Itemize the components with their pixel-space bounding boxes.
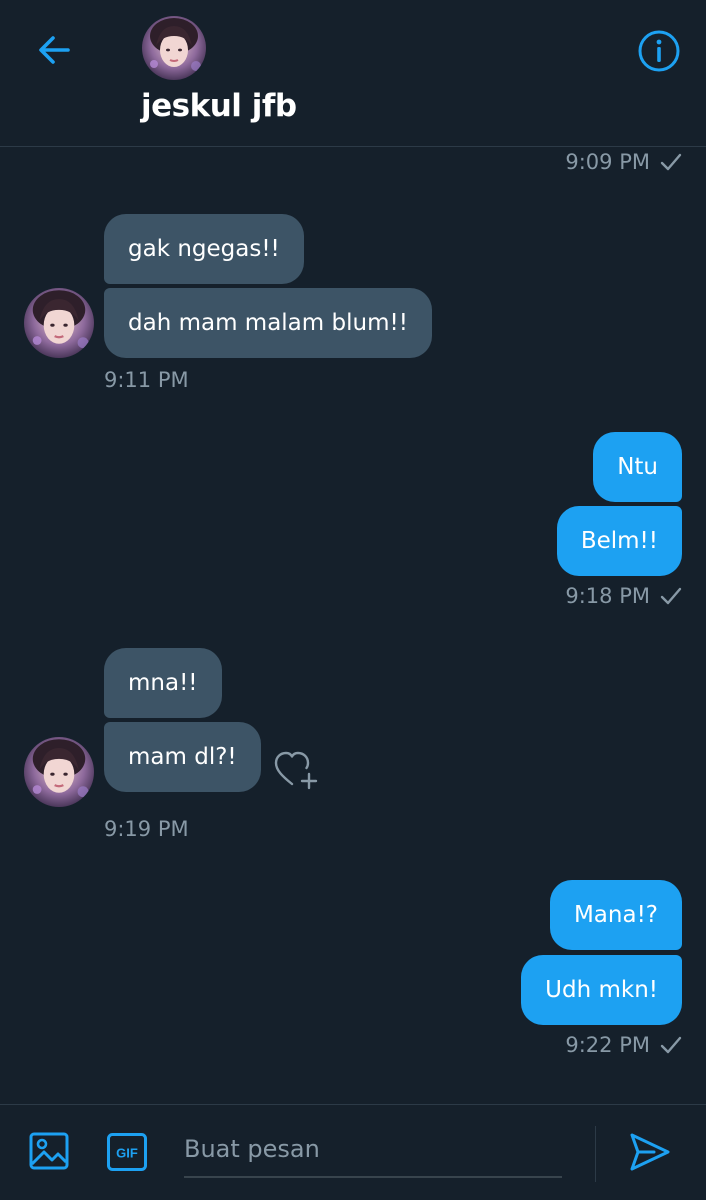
message-timestamp: 9:22 PM <box>565 1033 682 1057</box>
message-text: Belm!! <box>580 528 658 554</box>
contact-avatar[interactable] <box>142 16 206 80</box>
arrow-left-icon <box>39 36 70 64</box>
gif-icon: GIF <box>107 1133 147 1171</box>
outgoing-message-bubble[interactable]: Mana!? <box>549 880 682 950</box>
back-button[interactable] <box>30 26 78 74</box>
image-icon <box>29 1132 69 1170</box>
info-icon <box>638 30 680 72</box>
message-text: gak ngegas!! <box>128 236 280 262</box>
send-icon <box>630 1133 670 1171</box>
outgoing-message-bubble[interactable]: Ntu <box>593 432 682 502</box>
sent-check-icon <box>660 1036 682 1054</box>
heart-plus-icon <box>274 751 318 790</box>
timestamp-text: 9:19 PM <box>104 817 189 841</box>
outgoing-message-bubble[interactable]: Udh mkn! <box>521 955 682 1025</box>
message-timestamp: 9:19 PM <box>104 817 189 841</box>
incoming-message-bubble[interactable]: mna!! <box>104 648 222 718</box>
message-timestamp: 9:18 PM <box>565 584 682 608</box>
send-button[interactable] <box>628 1130 672 1174</box>
message-timestamp: 9:11 PM <box>104 368 189 392</box>
add-reaction-button[interactable] <box>272 748 320 792</box>
sent-check-icon <box>660 587 682 605</box>
timestamp-text: 9:18 PM <box>565 584 650 608</box>
incoming-message-bubble[interactable]: gak ngegas!! <box>104 214 304 284</box>
gif-label: GIF <box>116 1146 138 1161</box>
incoming-message-bubble[interactable]: mam dl?! <box>104 722 261 792</box>
conversation-header: jeskul jfb <box>0 0 706 147</box>
message-text: Mana!? <box>573 902 658 928</box>
composer-divider <box>595 1126 596 1182</box>
sent-check-icon <box>660 153 682 171</box>
message-text: Ntu <box>617 454 658 480</box>
sender-avatar[interactable] <box>24 288 94 358</box>
timestamp-text: 9:11 PM <box>104 368 189 392</box>
message-text: mam dl?! <box>128 744 237 770</box>
contact-name[interactable]: jeskul jfb <box>141 88 297 124</box>
outgoing-message-bubble[interactable]: Belm!! <box>556 506 682 576</box>
message-input[interactable] <box>184 1122 562 1178</box>
add-media-button[interactable] <box>28 1130 70 1172</box>
message-timestamp: 9:09 PM <box>565 150 682 174</box>
info-button[interactable] <box>632 24 686 78</box>
sender-avatar[interactable] <box>24 737 94 807</box>
message-text: Udh mkn! <box>545 977 658 1003</box>
message-text: dah mam malam blum!! <box>128 310 408 336</box>
gif-button[interactable]: GIF <box>106 1131 148 1173</box>
timestamp-text: 9:09 PM <box>565 150 650 174</box>
incoming-message-bubble[interactable]: dah mam malam blum!! <box>104 288 432 358</box>
timestamp-text: 9:22 PM <box>565 1033 650 1057</box>
message-text: mna!! <box>128 670 198 696</box>
